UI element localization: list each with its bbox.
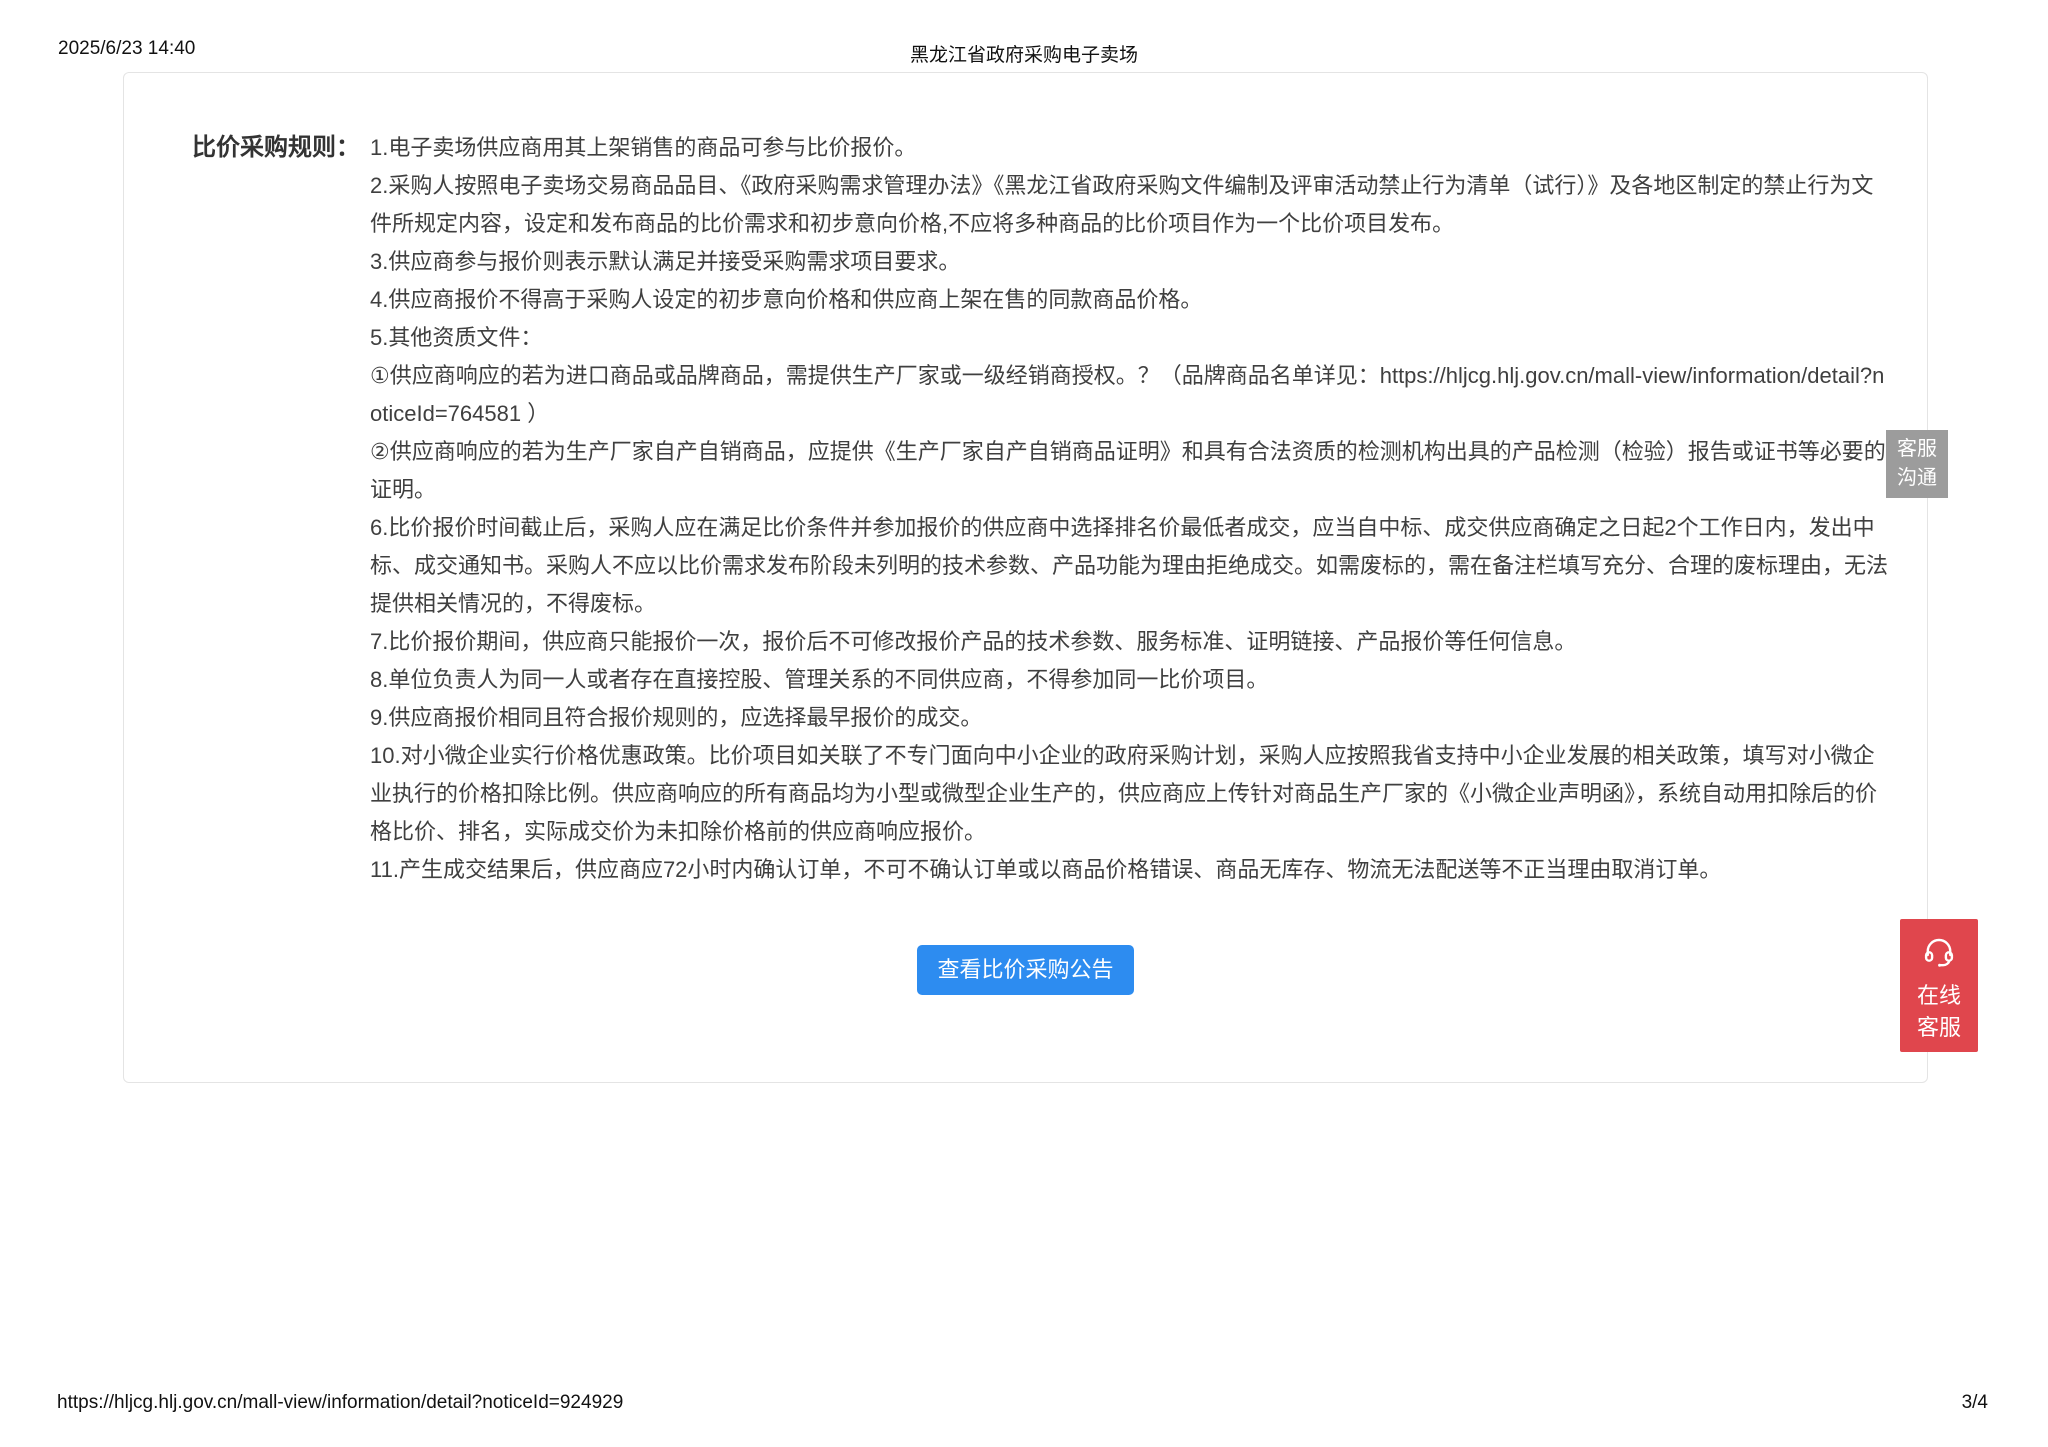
rule-text: 5.其他资质文件： <box>370 319 1892 357</box>
online-service-label: 在线客服 <box>1915 980 1963 1044</box>
rule-text: 7.比价报价期间，供应商只能报价一次，报价后不可修改报价产品的技术参数、服务标准… <box>370 623 1892 661</box>
customer-service-chat-label: 客服沟通 <box>1895 435 1939 493</box>
rules-section: 比价采购规则： 1.电子卖场供应商用其上架销售的商品可参与比价报价。2.采购人按… <box>124 73 1927 889</box>
customer-service-chat-tab[interactable]: 客服沟通 <box>1886 430 1948 498</box>
rule-text: 6.比价报价时间截止后，采购人应在满足比价条件并参加报价的供应商中选择排名价最低… <box>370 509 1892 623</box>
rules-card: 比价采购规则： 1.电子卖场供应商用其上架销售的商品可参与比价报价。2.采购人按… <box>123 72 1928 1083</box>
print-page-indicator: 3/4 <box>1962 1392 1988 1414</box>
rule-text: 2.采购人按照电子卖场交易商品品目、《政府采购需求管理办法》《黑龙江省政府采购文… <box>370 167 1892 243</box>
rule-text: 9.供应商报价相同且符合报价规则的，应选择最早报价的成交。 <box>370 699 1892 737</box>
site-title: 黑龙江省政府采购电子卖场 <box>0 40 2048 67</box>
rules-list: 1.电子卖场供应商用其上架销售的商品可参与比价报价。2.采购人按照电子卖场交易商… <box>370 129 1892 889</box>
headset-icon <box>1921 934 1957 970</box>
rule-text: 10.对小微企业实行价格优惠政策。比价项目如关联了不专门面向中小企业的政府采购计… <box>370 737 1892 851</box>
rule-text: 1.电子卖场供应商用其上架销售的商品可参与比价报价。 <box>370 129 1892 167</box>
rule-text: ①供应商响应的若为进口商品或品牌商品，需提供生产厂家或一级经销商授权。？（品牌商… <box>370 357 1892 433</box>
view-announcement-button[interactable]: 查看比价采购公告 <box>917 945 1133 995</box>
rule-text: 3.供应商参与报价则表示默认满足并接受采购需求项目要求。 <box>370 243 1892 281</box>
rule-text: 4.供应商报价不得高于采购人设定的初步意向价格和供应商上架在售的同款商品价格。 <box>370 281 1892 319</box>
online-service-button[interactable]: 在线客服 <box>1900 919 1978 1052</box>
rules-section-label: 比价采购规则： <box>192 129 370 167</box>
rule-text: 8.单位负责人为同一人或者存在直接控股、管理关系的不同供应商，不得参加同一比价项… <box>370 661 1892 699</box>
print-footer-url: https://hljcg.hlj.gov.cn/mall-view/infor… <box>57 1392 623 1414</box>
rule-text: ②供应商响应的若为生产厂家自产自销商品，应提供《生产厂家自产自销商品证明》和具有… <box>370 433 1892 509</box>
button-row: 查看比价采购公告 <box>124 945 1927 995</box>
rule-text: 11.产生成交结果后，供应商应72小时内确认订单，不可不确认订单或以商品价格错误… <box>370 851 1892 889</box>
